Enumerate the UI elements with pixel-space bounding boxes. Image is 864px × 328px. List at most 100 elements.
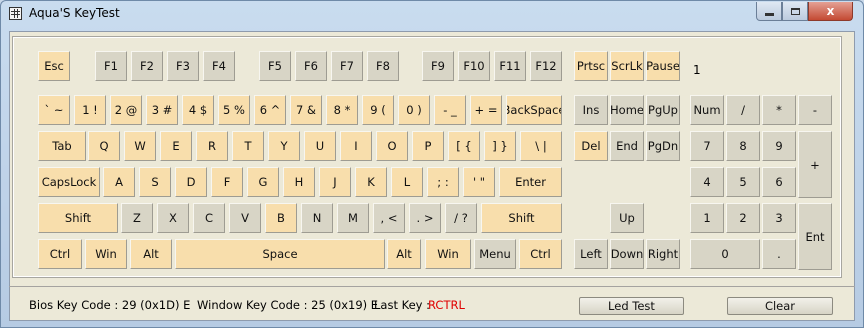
key-f10[interactable]: F10 xyxy=(458,51,490,81)
key-lshift[interactable]: Shift xyxy=(38,203,118,233)
key-pgup[interactable]: PgUp xyxy=(646,95,680,125)
key-pause[interactable]: Pause xyxy=(646,51,680,81)
key-f7[interactable]: F7 xyxy=(331,51,363,81)
key-o[interactable]: O xyxy=(376,131,408,161)
key-num-5[interactable]: 5 xyxy=(726,167,760,197)
key-rshift[interactable]: Shift xyxy=(481,203,562,233)
key-lalt[interactable]: Alt xyxy=(130,239,172,269)
key-rwin[interactable]: Win xyxy=(425,239,471,269)
key-num-4[interactable]: 4 xyxy=(690,167,724,197)
key-f12[interactable]: F12 xyxy=(530,51,562,81)
key-num-plus[interactable]: + xyxy=(798,131,832,198)
key-y[interactable]: Y xyxy=(268,131,300,161)
key-quote[interactable]: ' " xyxy=(463,167,495,197)
key-left[interactable]: Left xyxy=(574,239,608,269)
key-e[interactable]: E xyxy=(160,131,192,161)
key-8[interactable]: 8 * xyxy=(326,95,358,125)
key-5[interactable]: 5 % xyxy=(218,95,250,125)
key-b[interactable]: B xyxy=(265,203,297,233)
key-period[interactable]: . > xyxy=(409,203,441,233)
title-bar[interactable]: Aqua'S KeyTest x xyxy=(1,1,863,27)
key-d[interactable]: D xyxy=(175,167,207,197)
key-f11[interactable]: F11 xyxy=(494,51,526,81)
key-rbracket[interactable]: ] } xyxy=(484,131,516,161)
maximize-button[interactable] xyxy=(782,2,808,21)
key-num-7[interactable]: 7 xyxy=(690,131,724,161)
key-f6[interactable]: F6 xyxy=(295,51,327,81)
key-g[interactable]: G xyxy=(247,167,279,197)
key-f[interactable]: F xyxy=(211,167,243,197)
key-num-divide[interactable]: / xyxy=(726,95,760,125)
key-0[interactable]: 0 ) xyxy=(398,95,430,125)
key-lbracket[interactable]: [ { xyxy=(448,131,480,161)
key-home[interactable]: Home xyxy=(610,95,644,125)
key-num-enter[interactable]: Ent xyxy=(798,203,832,270)
key-p[interactable]: P xyxy=(412,131,444,161)
key-num-decimal[interactable]: . xyxy=(762,239,796,269)
key-minus[interactable]: - _ xyxy=(434,95,466,125)
key-pgdn[interactable]: PgDn xyxy=(646,131,680,161)
key-rctrl[interactable]: Ctrl xyxy=(519,239,562,269)
key-numlock[interactable]: Num xyxy=(690,95,724,125)
key-comma[interactable]: , < xyxy=(373,203,405,233)
key-f1[interactable]: F1 xyxy=(95,51,127,81)
key-num-0[interactable]: 0 xyxy=(690,239,760,269)
key-c[interactable]: C xyxy=(193,203,225,233)
key-f3[interactable]: F3 xyxy=(167,51,199,81)
key-slash[interactable]: / ? xyxy=(445,203,477,233)
key-backtick[interactable]: ` ~ xyxy=(38,95,70,125)
key-scrlk[interactable]: ScrLk xyxy=(610,51,644,81)
led-test-button[interactable]: Led Test xyxy=(579,297,684,315)
key-t[interactable]: T xyxy=(232,131,264,161)
key-r[interactable]: R xyxy=(196,131,228,161)
key-ins[interactable]: Ins xyxy=(574,95,608,125)
key-i[interactable]: I xyxy=(340,131,372,161)
key-backspace[interactable]: BackSpace xyxy=(506,95,562,125)
key-f5[interactable]: F5 xyxy=(259,51,291,81)
key-f8[interactable]: F8 xyxy=(367,51,399,81)
key-k[interactable]: K xyxy=(355,167,387,197)
key-m[interactable]: M xyxy=(337,203,369,233)
clear-button[interactable]: Clear xyxy=(727,297,833,315)
key-del[interactable]: Del xyxy=(574,131,608,161)
key-num-2[interactable]: 2 xyxy=(726,203,760,233)
key-up[interactable]: Up xyxy=(610,203,644,233)
key-u[interactable]: U xyxy=(304,131,336,161)
key-h[interactable]: H xyxy=(283,167,315,197)
key-f2[interactable]: F2 xyxy=(131,51,163,81)
key-menu[interactable]: Menu xyxy=(474,239,516,269)
key-num-1[interactable]: 1 xyxy=(690,203,724,233)
key-j[interactable]: J xyxy=(319,167,351,197)
key-num-multiply[interactable]: * xyxy=(762,95,796,125)
key-s[interactable]: S xyxy=(139,167,171,197)
key-semicolon[interactable]: ; : xyxy=(427,167,459,197)
key-l[interactable]: L xyxy=(391,167,423,197)
key-1[interactable]: 1 ! xyxy=(74,95,106,125)
key-a[interactable]: A xyxy=(103,167,135,197)
key-num-6[interactable]: 6 xyxy=(762,167,796,197)
key-capslock[interactable]: CapsLock xyxy=(38,167,100,197)
key-num-minus[interactable]: - xyxy=(798,95,832,125)
key-space[interactable]: Space xyxy=(175,239,385,269)
key-lwin[interactable]: Win xyxy=(85,239,127,269)
key-down[interactable]: Down xyxy=(610,239,644,269)
key-x[interactable]: X xyxy=(157,203,189,233)
key-q[interactable]: Q xyxy=(88,131,120,161)
key-7[interactable]: 7 & xyxy=(290,95,322,125)
key-num-9[interactable]: 9 xyxy=(762,131,796,161)
key-prtsc[interactable]: Prtsc xyxy=(574,51,608,81)
key-f9[interactable]: F9 xyxy=(422,51,454,81)
key-num-8[interactable]: 8 xyxy=(726,131,760,161)
key-esc[interactable]: Esc xyxy=(38,51,70,81)
key-enter[interactable]: Enter xyxy=(499,167,562,197)
key-v[interactable]: V xyxy=(229,203,261,233)
key-f4[interactable]: F4 xyxy=(203,51,235,81)
key-3[interactable]: 3 # xyxy=(146,95,178,125)
minimize-button[interactable] xyxy=(756,2,782,21)
key-w[interactable]: W xyxy=(124,131,156,161)
key-ralt[interactable]: Alt xyxy=(387,239,421,269)
key-n[interactable]: N xyxy=(301,203,333,233)
key-lctrl[interactable]: Ctrl xyxy=(38,239,82,269)
key-end[interactable]: End xyxy=(610,131,644,161)
key-num-3[interactable]: 3 xyxy=(762,203,796,233)
